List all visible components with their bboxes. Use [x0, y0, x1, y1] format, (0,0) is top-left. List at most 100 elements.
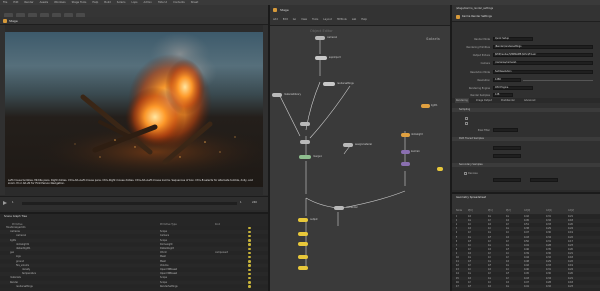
secondary-samples-field[interactable]	[493, 178, 521, 182]
network-node[interactable]	[343, 143, 353, 147]
spreadsheet-row[interactable]: 17 0.5 0.1 0.2 0.41 0.32 0.23	[452, 284, 600, 289]
rendering-engine-select[interactable]: CPU Engine	[493, 86, 533, 90]
camera-field[interactable]: /cameras/camera1	[493, 61, 593, 65]
checkbox-icon[interactable]	[465, 122, 468, 125]
menu-item-contents[interactable]: Contents	[173, 1, 185, 4]
menu-item-assets[interactable]: Assets	[40, 1, 48, 4]
tree-row[interactable]: camera1 Camera	[0, 234, 268, 238]
tree-row[interactable]: distantlight1 DistantLight	[0, 247, 268, 251]
network-menu-help[interactable]: Help	[361, 18, 367, 21]
spreadsheet-column-header[interactable]: P[0]	[468, 209, 473, 212]
menu-item-solaris[interactable]: Solaris	[117, 1, 126, 4]
path-traced-limit-field[interactable]	[493, 154, 521, 158]
parameter-node-path[interactable]: /stage/karma_render_settings	[456, 7, 493, 10]
spreadsheet-column-header[interactable]: Cd[0]	[524, 209, 530, 212]
network-node[interactable]	[315, 36, 325, 40]
spreadsheet-tab-label[interactable]: Geometry Spreadsheet	[456, 196, 486, 199]
visibility-eye-icon[interactable]	[248, 230, 251, 234]
tab-image-output[interactable]: Image Output	[475, 98, 493, 103]
spreadsheet-column-header[interactable]: P[1]	[488, 209, 493, 212]
visibility-eye-icon[interactable]	[248, 239, 251, 242]
network-node[interactable]	[298, 255, 308, 259]
resolution-slider[interactable]	[523, 80, 593, 81]
network-editor-canvas[interactable]	[270, 26, 450, 291]
tree-row[interactable]: Render Scope	[0, 280, 268, 285]
network-menu-add[interactable]: Add	[273, 18, 278, 21]
tree-row[interactable]: fire_volume Volume	[0, 263, 268, 268]
menu-item-help[interactable]: Help	[92, 1, 98, 4]
tree-row[interactable]: logs Mesh	[0, 255, 268, 259]
network-node[interactable]	[334, 206, 344, 210]
menu-item-lops[interactable]: Lops	[131, 1, 137, 4]
path-traced-samples-field[interactable]	[493, 146, 521, 150]
visibility-eye-icon[interactable]	[248, 272, 251, 276]
menu-item-sheet[interactable]: Sheet	[191, 1, 199, 4]
resolution-field[interactable]: 1280	[493, 78, 521, 82]
visibility-eye-icon[interactable]	[248, 251, 251, 255]
section-path-traced[interactable]: Path Traced Samples	[452, 137, 600, 141]
checkbox-icon[interactable]	[465, 117, 468, 120]
network-menu-go[interactable]: Go	[293, 18, 296, 21]
timeline-track[interactable]	[22, 202, 237, 205]
network-menu-layout[interactable]: Layout	[323, 18, 332, 21]
resolution-mode-select[interactable]: Set Resolution	[493, 70, 593, 74]
visibility-eye-icon[interactable]	[248, 226, 251, 229]
spreadsheet-column-header[interactable]: P[2]	[506, 209, 511, 212]
network-menu-view[interactable]: View	[301, 18, 307, 21]
network-node[interactable]	[298, 218, 308, 222]
tree-row[interactable]: rendersettings RenderSettings	[0, 284, 268, 289]
network-menu-tools[interactable]: Tools	[312, 18, 318, 21]
current-frame[interactable]: 1	[12, 201, 14, 204]
network-node[interactable]	[300, 122, 310, 126]
network-tab-label[interactable]: Stage	[280, 8, 289, 12]
tree-row[interactable]: domelight1 DomeLight	[0, 242, 268, 247]
tab-post-render[interactable]: Post-Render	[500, 98, 516, 103]
network-node[interactable]	[315, 56, 327, 60]
render-mode-select[interactable]: Quick Setup	[493, 37, 533, 41]
network-menu-lab[interactable]: Lab	[352, 18, 357, 21]
network-menu-hdtools[interactable]: HDTools	[337, 18, 347, 21]
pixel-filter-select[interactable]	[493, 128, 518, 132]
tab-rendering[interactable]: Rendering	[455, 98, 469, 103]
network-node[interactable]	[401, 150, 410, 154]
network-node[interactable]	[323, 82, 335, 86]
tree-row[interactable]: ground Mesh	[0, 259, 268, 264]
spreadsheet-column-header[interactable]: Cd[2]	[568, 209, 574, 212]
menu-item-admin[interactable]: Admin	[143, 1, 151, 4]
visibility-eye-icon[interactable]	[248, 243, 251, 246]
spreadsheet-column-header[interactable]: Node	[456, 209, 462, 212]
tree-row[interactable]: geo Xform component	[0, 251, 268, 255]
section-sampling[interactable]: Sampling	[452, 108, 600, 112]
network-menu-edit[interactable]: Edit	[283, 18, 288, 21]
render-samples-field[interactable]: 128	[493, 93, 513, 97]
secondary-limit-field[interactable]	[530, 178, 558, 182]
menu-item-hide-ui[interactable]: Hide Ui	[158, 1, 167, 4]
tree-tab-label[interactable]: Scene Graph Tree	[4, 215, 27, 218]
network-node[interactable]	[421, 104, 430, 108]
output-picture-field[interactable]: $HIP/render/$HIPNAME.$OS.$F4.exr	[493, 53, 593, 57]
network-node[interactable]	[272, 93, 282, 97]
render-primitive-field[interactable]: /Render/rendersettings	[493, 45, 593, 49]
visibility-eye-icon[interactable]	[248, 255, 251, 259]
3d-viewport[interactable]	[5, 32, 263, 187]
visibility-eye-icon[interactable]	[248, 264, 251, 267]
tree-row[interactable]: lights Scope	[0, 238, 268, 243]
viewport-tab-label[interactable]: Stage	[9, 19, 18, 23]
network-node[interactable]	[300, 140, 310, 144]
tree-row[interactable]: temperature OpenVDBAsset	[0, 272, 268, 276]
spreadsheet-column-header[interactable]: Cd[1]	[546, 209, 552, 212]
tab-advanced[interactable]: Advanced	[523, 98, 536, 103]
menu-item-windows[interactable]: Windows	[54, 1, 66, 4]
tree-row[interactable]: materials Scope	[0, 276, 268, 280]
visibility-eye-icon[interactable]	[248, 268, 251, 271]
tree-row[interactable]: HoudiniLayerInfo	[0, 226, 268, 230]
play-button-icon[interactable]	[3, 201, 7, 205]
playbar[interactable]: 1 1 240	[0, 196, 268, 210]
visibility-eye-icon[interactable]	[248, 247, 251, 250]
menu-item-edit[interactable]: Edit	[13, 1, 18, 4]
network-node[interactable]	[298, 266, 308, 270]
menu-item-stage-tools[interactable]: Stage Tools	[72, 1, 87, 4]
visibility-eye-icon[interactable]	[248, 234, 251, 238]
frame-range-end[interactable]: 240	[252, 201, 257, 204]
network-node[interactable]	[298, 232, 308, 236]
